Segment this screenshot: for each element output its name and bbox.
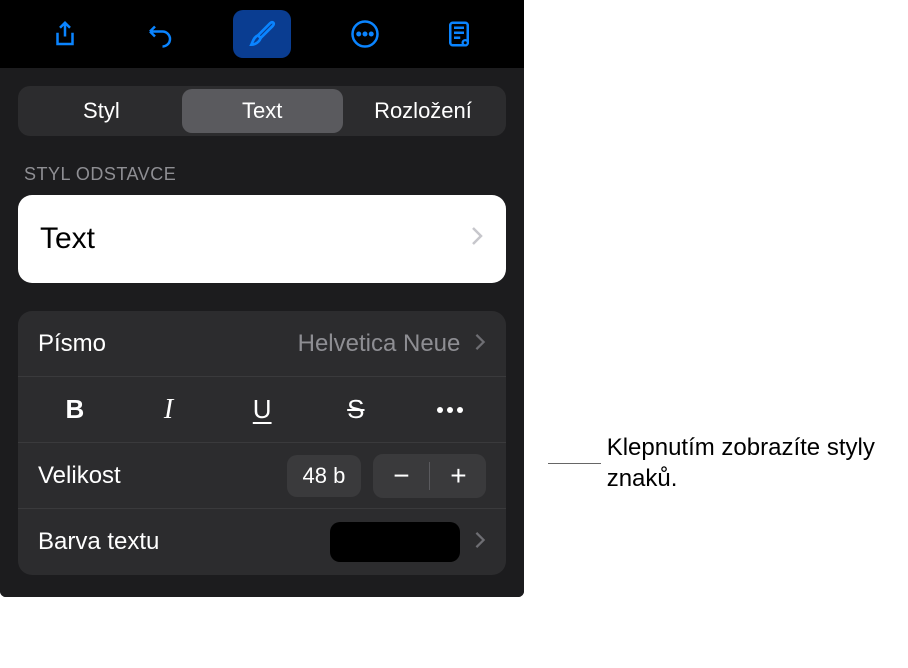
size-row: Velikost 48 b − + xyxy=(18,443,506,509)
undo-icon xyxy=(145,19,175,49)
italic-button[interactable]: I xyxy=(122,377,216,442)
chevron-right-icon xyxy=(474,331,486,357)
more-circle-icon xyxy=(350,19,380,49)
text-color-label: Barva textu xyxy=(38,528,159,556)
callout-text: Klepnutím zobrazíte styly znaků. xyxy=(607,432,908,494)
text-properties-group: Písmo Helvetica Neue B I U S xyxy=(18,311,506,575)
panel-body: Styl Text Rozložení STYL ODSTAVCE Text P… xyxy=(0,68,524,597)
paragraph-style-heading: STYL ODSTAVCE xyxy=(18,164,506,185)
undo-button[interactable] xyxy=(139,13,181,55)
size-increase-button[interactable]: + xyxy=(430,454,486,498)
size-value[interactable]: 48 b xyxy=(287,455,362,497)
font-value: Helvetica Neue xyxy=(298,330,461,358)
text-color-swatch[interactable] xyxy=(330,522,460,562)
font-label: Písmo xyxy=(38,330,106,358)
size-label: Velikost xyxy=(38,462,121,490)
format-panel: Styl Text Rozložení STYL ODSTAVCE Text P… xyxy=(0,0,524,597)
text-style-buttons: B I U S xyxy=(18,377,506,443)
document-view-button[interactable] xyxy=(438,13,480,55)
more-button[interactable] xyxy=(344,13,386,55)
underline-button[interactable]: U xyxy=(215,377,309,442)
more-styles-button[interactable] xyxy=(403,377,497,442)
paragraph-style-row[interactable]: Text xyxy=(18,195,506,283)
more-icon xyxy=(437,407,463,413)
callout: Klepnutím zobrazíte styly znaků. xyxy=(548,432,908,494)
share-button[interactable] xyxy=(44,13,86,55)
strikethrough-button[interactable]: S xyxy=(309,377,403,442)
chevron-right-icon xyxy=(470,226,484,252)
size-decrease-button[interactable]: − xyxy=(373,454,429,498)
document-view-icon xyxy=(444,19,474,49)
paragraph-style-value: Text xyxy=(40,222,95,256)
text-color-row[interactable]: Barva textu xyxy=(18,509,506,575)
tab-layout[interactable]: Rozložení xyxy=(343,89,504,133)
top-toolbar xyxy=(0,0,524,68)
share-icon xyxy=(50,19,80,49)
format-button[interactable] xyxy=(233,10,291,58)
tab-style[interactable]: Styl xyxy=(21,89,182,133)
tab-text[interactable]: Text xyxy=(182,89,343,133)
format-tabs: Styl Text Rozložení xyxy=(18,86,506,136)
callout-line xyxy=(548,463,600,464)
size-stepper: − + xyxy=(373,454,486,498)
paintbrush-icon xyxy=(246,18,278,50)
chevron-right-icon xyxy=(474,529,486,555)
bold-button[interactable]: B xyxy=(28,377,122,442)
font-row[interactable]: Písmo Helvetica Neue xyxy=(18,311,506,377)
